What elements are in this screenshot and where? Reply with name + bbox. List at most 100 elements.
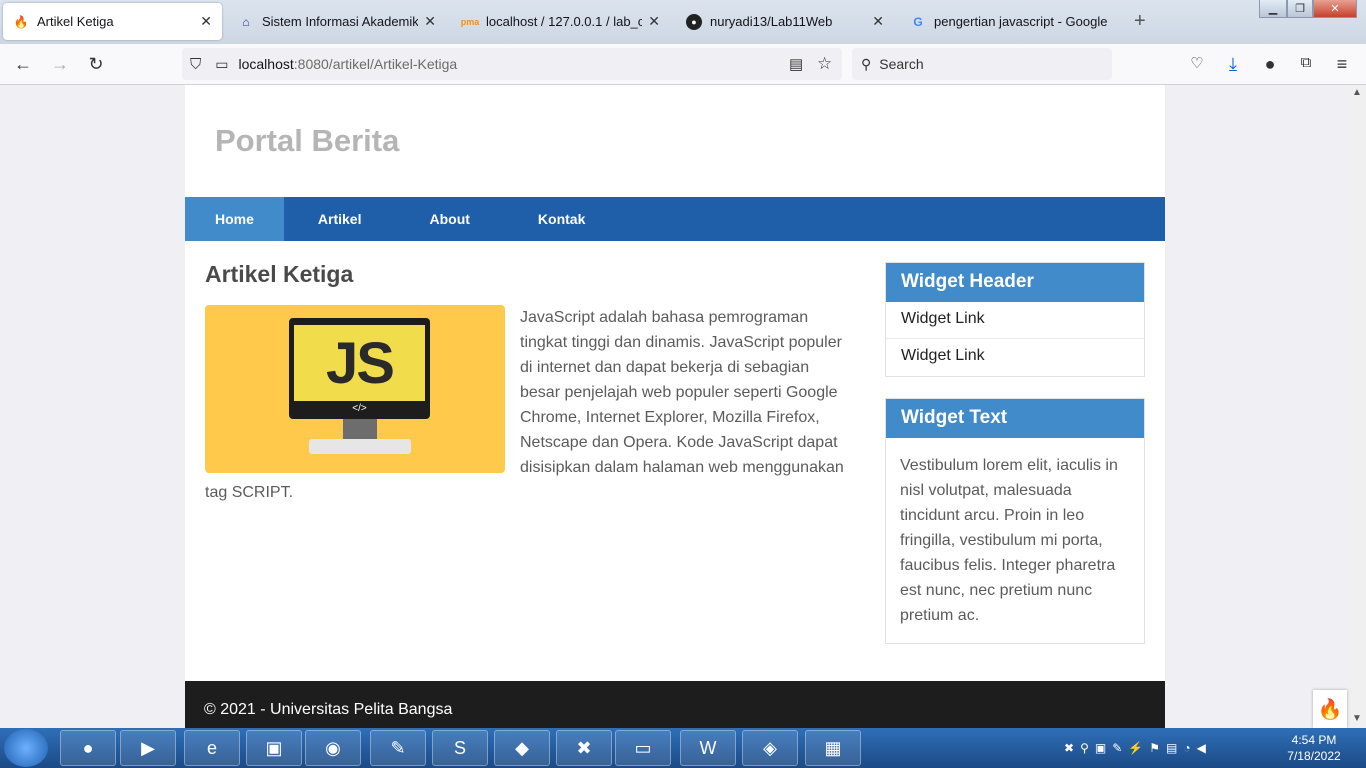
- widget-link[interactable]: Widget Link: [886, 339, 1144, 376]
- phpmyadmin-icon: pma: [460, 16, 480, 27]
- tab-phpmyadmin[interactable]: pma localhost / 127.0.0.1 / lab_ci4 / a …: [452, 3, 670, 40]
- account-icon[interactable]: ●: [1259, 54, 1281, 75]
- site-footer: © 2021 - Universitas Pelita Bangsa: [185, 681, 1165, 728]
- sidebar: Widget Header Widget Link Widget Link Wi…: [885, 262, 1145, 665]
- vertical-scrollbar[interactable]: ▲ ▼: [1349, 85, 1366, 728]
- page-viewport: Portal Berita Home Artikel About Kontak …: [0, 85, 1349, 728]
- url-host: localhost: [238, 56, 294, 72]
- vscode-icon[interactable]: ◆: [494, 730, 550, 766]
- github-icon: ●: [686, 13, 702, 30]
- google-icon: G: [913, 14, 923, 29]
- pen-tray-icon[interactable]: ✎: [1112, 741, 1122, 755]
- search-placeholder: Search: [879, 56, 924, 72]
- nav-artikel[interactable]: Artikel: [284, 197, 396, 241]
- campus-icon: ⌂: [242, 14, 250, 29]
- nav-about[interactable]: About: [395, 197, 503, 241]
- article-image: JS </>: [205, 305, 505, 473]
- media-player-icon[interactable]: ▶: [120, 730, 176, 766]
- page-icon: ▭: [215, 55, 229, 72]
- search-icon: ⚲: [861, 55, 872, 72]
- firefox-icon[interactable]: ●: [60, 730, 116, 766]
- volume-icon[interactable]: ◀: [1197, 741, 1206, 755]
- sublime-text-icon[interactable]: S: [432, 730, 488, 766]
- main-nav: Home Artikel About Kontak: [185, 197, 1165, 241]
- reader-view-icon[interactable]: ▤: [789, 55, 803, 73]
- network-tray-icon[interactable]: ▤: [1166, 741, 1177, 755]
- extensions-icon[interactable]: ⧉: [1295, 54, 1317, 71]
- shield-icon[interactable]: ⛉: [190, 56, 201, 73]
- site-header: Portal Berita: [185, 85, 1165, 197]
- window-controls: ▁ ❐ ✕: [1259, 0, 1357, 18]
- pocket-icon[interactable]: ♡: [1186, 54, 1208, 72]
- tab-google[interactable]: G pengertian javascript - Google P: [900, 3, 1118, 40]
- code-symbol: </>: [352, 403, 367, 414]
- task-manager-icon[interactable]: ▦: [805, 730, 861, 766]
- js-logo-text: JS: [294, 325, 425, 401]
- widget-links: Widget Header Widget Link Widget Link: [885, 262, 1145, 377]
- taskbar-clock[interactable]: 4:54 PM 7/18/2022: [1284, 732, 1344, 764]
- internet-explorer-icon[interactable]: e: [184, 730, 240, 766]
- word-icon[interactable]: W: [680, 730, 736, 766]
- clock-date: 7/18/2022: [1287, 749, 1341, 763]
- monitor-graphic: JS </>: [289, 318, 430, 419]
- tab-sistem-informasi[interactable]: ⌂ Sistem Informasi Akademik ✕: [228, 3, 446, 40]
- tab-title: localhost / 127.0.0.1 / lab_ci4 / a: [486, 14, 643, 29]
- app-tray-icon[interactable]: ▣: [1095, 741, 1106, 755]
- flag-tray-icon[interactable]: ⚑: [1149, 741, 1160, 755]
- url-bar[interactable]: ⛉ ▭ localhost:8080/artikel/Artikel-Ketig…: [182, 48, 842, 80]
- start-button[interactable]: [4, 729, 48, 767]
- power-tray-icon[interactable]: ⚡: [1128, 741, 1143, 755]
- tab-strip: 🔥 Artikel Ketiga ✕ ⌂ Sistem Informasi Ak…: [0, 0, 1366, 44]
- widget-text-header: Widget Text: [886, 399, 1144, 438]
- clock-time: 4:54 PM: [1291, 733, 1337, 747]
- url-path: :8080/artikel/Artikel-Ketiga: [293, 56, 458, 72]
- windows-taskbar: ● ▶ e ▣ ◉ ✎ S ◆ ✖ ▭ W ◈ ▦ ✖ ⚲ ▣ ✎ ⚡ ⚑ ▤ …: [0, 728, 1366, 768]
- back-arrow-icon[interactable]: ←: [12, 54, 34, 75]
- article-content: Artikel Ketiga JS </> JavaScript adalah …: [185, 241, 865, 525]
- nav-home[interactable]: Home: [185, 197, 284, 241]
- close-icon[interactable]: ✕: [648, 13, 660, 30]
- menu-hamburger-icon[interactable]: ≡: [1331, 54, 1353, 75]
- nav-toolbar: ← → ↻ ⛉ ▭ localhost:8080/artikel/Artikel…: [0, 44, 1366, 85]
- bookmark-star-icon[interactable]: ☆: [817, 54, 832, 74]
- footer-text: © 2021 - Universitas Pelita Bangsa: [204, 701, 453, 718]
- tab-artikel-ketiga[interactable]: 🔥 Artikel Ketiga ✕: [3, 3, 222, 40]
- scroll-up-icon[interactable]: ▲: [1352, 87, 1362, 98]
- tab-title: pengertian javascript - Google P: [934, 14, 1108, 29]
- widget-header: Widget Header: [886, 263, 1144, 302]
- command-prompt-icon[interactable]: ▭: [615, 730, 671, 766]
- close-icon[interactable]: ✕: [200, 13, 212, 30]
- wifi-icon[interactable]: ◔: [1183, 741, 1190, 755]
- close-icon[interactable]: ✕: [424, 13, 436, 30]
- scroll-down-icon[interactable]: ▼: [1352, 713, 1362, 724]
- fire-icon: 🔥: [13, 14, 29, 29]
- widget-text: Widget Text Vestibulum lorem elit, iacul…: [885, 398, 1145, 644]
- keyboard-graphic: [309, 439, 411, 454]
- page-container: Portal Berita Home Artikel About Kontak …: [185, 85, 1165, 728]
- chrome-icon[interactable]: ◉: [305, 730, 361, 766]
- tab-title: Artikel Ketiga: [37, 14, 114, 29]
- article-title: Artikel Ketiga: [205, 261, 354, 287]
- maximize-icon[interactable]: ❐: [1287, 0, 1313, 18]
- new-tab-plus-icon[interactable]: +: [1134, 10, 1146, 33]
- forward-arrow-icon[interactable]: →: [49, 54, 71, 75]
- minimize-icon[interactable]: ▁: [1259, 0, 1287, 18]
- search-field[interactable]: ⚲ Search: [852, 48, 1112, 80]
- reload-icon[interactable]: ↻: [85, 54, 107, 75]
- close-window-icon[interactable]: ✕: [1313, 0, 1357, 18]
- system-tray: ✖ ⚲ ▣ ✎ ⚡ ⚑ ▤ ◔ ◀: [1064, 728, 1206, 768]
- xampp-tray-icon[interactable]: ✖: [1064, 741, 1074, 755]
- close-icon[interactable]: ✕: [872, 13, 884, 30]
- fire-icon[interactable]: 🔥: [1313, 690, 1347, 728]
- git-icon[interactable]: ◈: [742, 730, 798, 766]
- download-icon[interactable]: ⤓: [1222, 54, 1244, 75]
- search-tray-icon[interactable]: ⚲: [1080, 741, 1089, 755]
- tab-github[interactable]: ● nuryadi13/Lab11Web ✕: [676, 3, 894, 40]
- file-explorer-icon[interactable]: ▣: [246, 730, 302, 766]
- notepad-icon[interactable]: ✎: [370, 730, 426, 766]
- xampp-icon[interactable]: ✖: [556, 730, 612, 766]
- nav-kontak[interactable]: Kontak: [504, 197, 619, 241]
- site-title: Portal Berita: [215, 123, 400, 158]
- monitor-stand: [343, 419, 377, 439]
- widget-link[interactable]: Widget Link: [886, 302, 1144, 339]
